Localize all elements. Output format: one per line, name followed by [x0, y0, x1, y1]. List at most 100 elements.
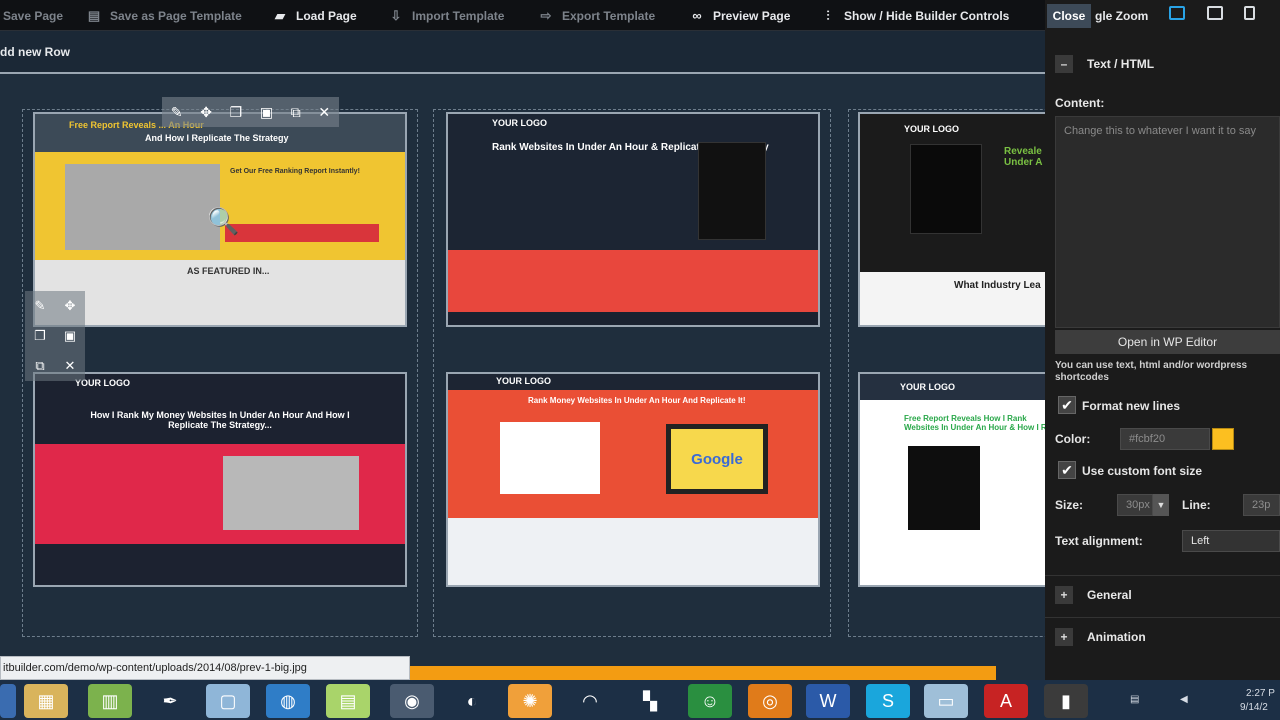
copy-icon[interactable]: ❐	[230, 104, 243, 121]
folder-icon[interactable]: ▤	[326, 684, 370, 718]
size-input[interactable]: 30px	[1117, 494, 1153, 516]
product-image	[65, 164, 220, 250]
pdf-icon[interactable]: A	[984, 684, 1028, 718]
product-box	[910, 144, 982, 234]
format-lines-checkbox[interactable]: ✔	[1058, 396, 1076, 414]
show-hide-controls-button[interactable]: ⫶ Show / Hide Builder Controls	[820, 0, 1009, 31]
copy-icon[interactable]: ❐	[34, 328, 46, 344]
element-settings-panel: Close gle Zoom – Text / HTML Content: Cha…	[1045, 0, 1280, 680]
close-icon[interactable]: ✕	[318, 104, 330, 121]
template-thumb-4[interactable]: YOUR LOGO How I Rank My Money Websites I…	[33, 372, 407, 587]
explorer-icon[interactable]: ▦	[24, 684, 68, 718]
notes-icon[interactable]: ▥	[88, 684, 132, 718]
alignment-select[interactable]: Left	[1182, 530, 1280, 552]
robot-icon[interactable]: ☺	[688, 684, 732, 718]
word-icon[interactable]: W	[806, 684, 850, 718]
thumb-cta: Get Our Free Ranking Report Instantly!	[230, 168, 360, 175]
export-template-button[interactable]: ⇨ Export Template	[538, 0, 656, 31]
optin-form	[500, 422, 600, 494]
paste-icon[interactable]: ▣	[260, 104, 273, 121]
divider	[1045, 617, 1280, 618]
template-thumb-5[interactable]: YOUR LOGO Rank Money Websites In Under A…	[446, 372, 820, 587]
toggle-zoom-button[interactable]: gle Zoom	[1095, 9, 1148, 23]
section-title: Text / HTML	[1087, 57, 1155, 71]
chrome-icon[interactable]: ◉	[390, 684, 434, 718]
template-thumb-3[interactable]: YOUR LOGO Reveale Under A What Industry …	[858, 112, 1045, 327]
laptop-view-icon[interactable]	[1207, 6, 1223, 20]
skype-icon[interactable]: S	[866, 684, 910, 718]
save-page-label: Save Page	[3, 8, 64, 23]
thumb-logo: YOUR LOGO	[496, 376, 552, 386]
color-label: Color:	[1055, 432, 1091, 446]
save-page-button[interactable]: Save Page	[3, 0, 63, 31]
close-icon[interactable]: ✕	[65, 358, 76, 374]
color-swatch[interactable]	[1212, 428, 1234, 450]
volume-icon[interactable]: ◀	[1180, 694, 1188, 705]
format-lines-label: Format new lines	[1082, 399, 1181, 413]
clock-date: 9/14/2	[1240, 702, 1268, 713]
app-icon[interactable]: ▢	[206, 684, 250, 718]
template-thumb-6[interactable]: YOUR LOGO Free Report Reveals How I Rank…	[858, 372, 1045, 587]
product-box	[908, 446, 980, 530]
template-thumb-2[interactable]: YOUR LOGO Rank Websites In Under An Hour…	[446, 112, 820, 327]
thumb-logo: YOUR LOGO	[492, 118, 548, 128]
save-template-button[interactable]: ▤ Save as Page Template	[86, 0, 242, 31]
start-button[interactable]	[0, 684, 16, 718]
system-tray: 2:27 P 9/14/2 ▤ ◀	[1100, 684, 1280, 718]
import-template-button[interactable]: ⇩ Import Template	[388, 0, 505, 31]
orange-app-icon[interactable]: ◎	[748, 684, 792, 718]
thumb-headline: Rank Money Websites In Under An Hour And…	[528, 396, 746, 405]
network-icon[interactable]: ▤	[1130, 694, 1139, 705]
zoom-icon[interactable]: 🔍	[207, 206, 239, 237]
divider	[1045, 575, 1280, 576]
custom-font-checkbox[interactable]: ✔	[1058, 461, 1076, 479]
move-icon[interactable]: ✥	[200, 104, 212, 121]
media-icon[interactable]: ▮	[1044, 684, 1088, 718]
featured-label: AS FEATURED IN...	[187, 266, 270, 276]
globe-icon[interactable]: ◍	[266, 684, 310, 718]
thumb-logo: YOUR LOGO	[904, 124, 960, 134]
section-general[interactable]: + General	[1055, 585, 1280, 605]
color-input[interactable]: #fcbf20	[1120, 428, 1210, 450]
duplicate-icon[interactable]: ⧉	[35, 358, 44, 374]
desktop-view-icon[interactable]	[1169, 6, 1185, 20]
content-textarea[interactable]: Change this to whatever I want it to say	[1055, 116, 1280, 328]
collapse-icon: –	[1055, 55, 1073, 73]
paste-icon[interactable]: ▣	[64, 328, 76, 344]
close-button[interactable]: Close	[1047, 4, 1091, 28]
move-icon[interactable]: ✥	[65, 298, 76, 314]
headphones-icon[interactable]: ◠	[568, 684, 612, 718]
duplicate-icon[interactable]: ⧉	[291, 104, 301, 121]
clapper-icon[interactable]: ▚	[628, 684, 672, 718]
edit-icon[interactable]: ✎	[35, 298, 46, 314]
add-new-row-button[interactable]: dd new Row	[0, 45, 70, 59]
show-hide-label: Show / Hide Builder Controls	[844, 8, 1010, 23]
feature-band	[448, 250, 818, 312]
section-text-html[interactable]: – Text / HTML	[1055, 54, 1280, 74]
template-thumb-1[interactable]: Free Report Reveals ... An Hour And How …	[33, 112, 407, 327]
window-icon[interactable]: ▭	[924, 684, 968, 718]
open-wp-editor-button[interactable]: Open in WP Editor	[1055, 330, 1280, 354]
product-box	[698, 142, 766, 240]
section-animation[interactable]: + Animation	[1055, 627, 1280, 647]
row-bar: dd new Row	[0, 31, 1045, 73]
size-label: Size:	[1055, 498, 1084, 512]
builder-canvas: Free Report Reveals ... An Hour And How …	[0, 74, 1045, 666]
edit-icon[interactable]: ✎	[171, 104, 183, 121]
firefox-icon[interactable]: ◐	[450, 684, 494, 718]
import-icon: ⇩	[390, 7, 402, 23]
tablet-view-icon[interactable]	[1244, 6, 1255, 20]
thumb-headline: Reveale Under A	[1004, 146, 1043, 168]
settings-icon[interactable]: ✺	[508, 684, 552, 718]
cta-bar	[225, 224, 379, 242]
load-page-button[interactable]: ▰ Load Page	[272, 0, 357, 31]
preview-page-button[interactable]: ∞ Preview Page	[689, 0, 790, 31]
size-dropdown-icon[interactable]: ▼	[1153, 494, 1169, 516]
video-thumb	[223, 456, 359, 530]
clock-time: 2:27 P	[1246, 688, 1275, 699]
expand-icon: +	[1055, 628, 1073, 646]
line-input[interactable]: 23p	[1243, 494, 1280, 516]
alignment-label: Text alignment:	[1055, 534, 1143, 548]
pen-icon[interactable]: ✒	[148, 684, 192, 718]
element-toolbar: ✎ ✥ ❐ ▣ ⧉ ✕	[25, 291, 85, 381]
